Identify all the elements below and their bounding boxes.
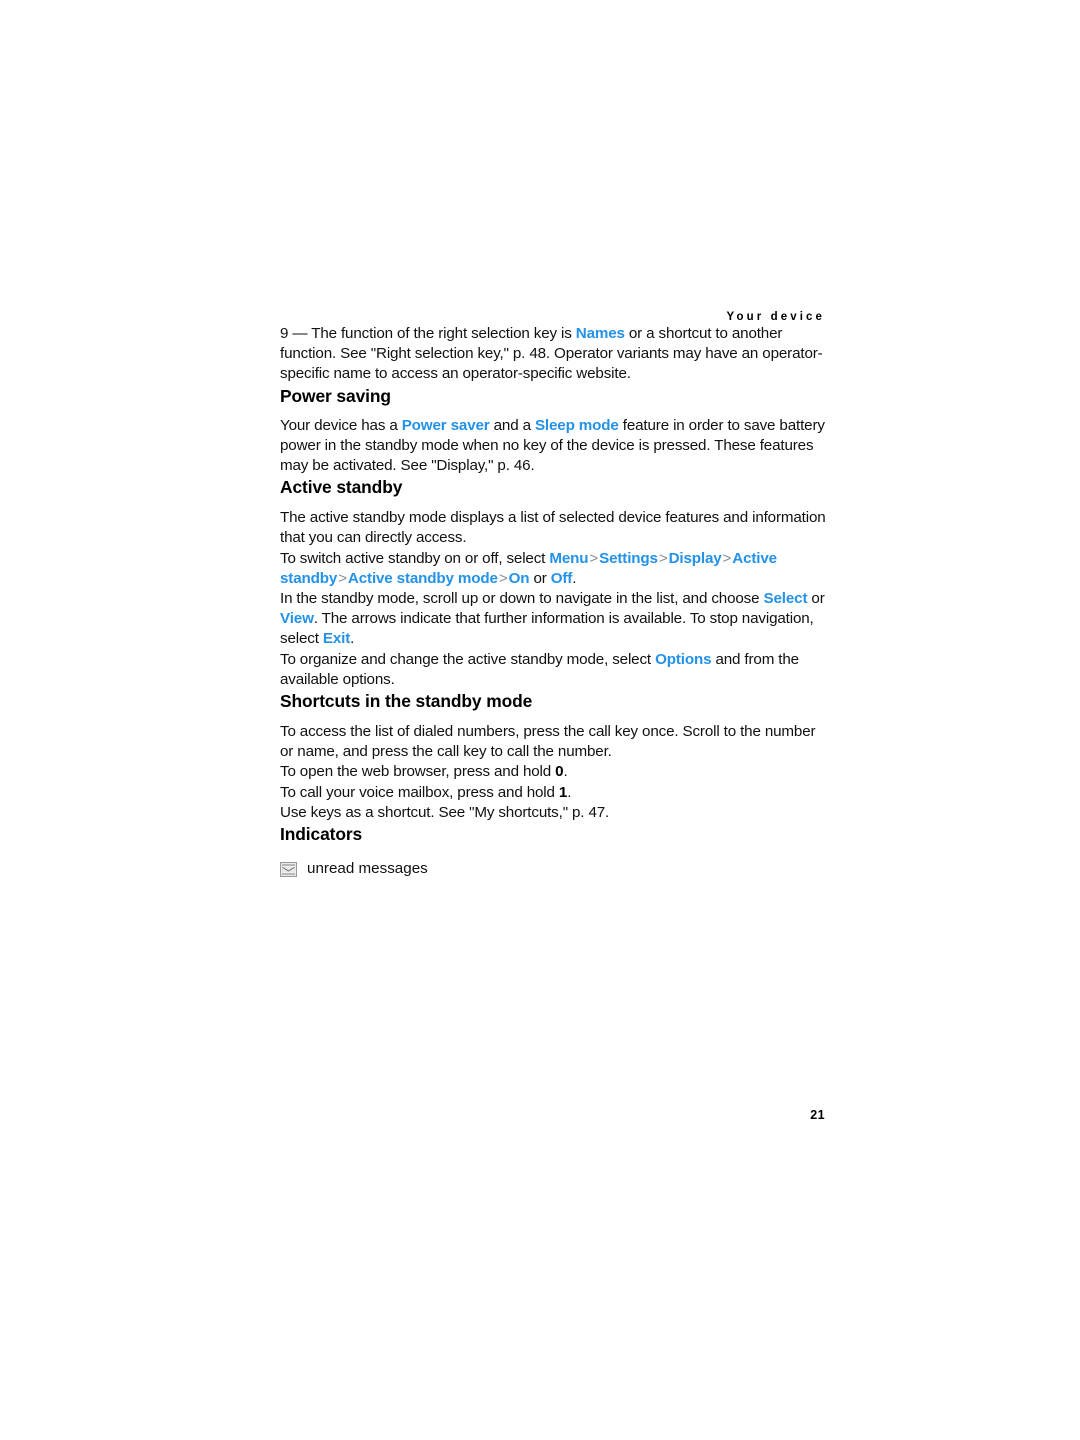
as3-text-c: . The arrows indicate that further infor… — [280, 610, 814, 648]
paragraph-active-standby-4: To organize and change the active standb… — [280, 650, 826, 690]
paragraph-shortcuts-4: Use keys as a shortcut. See "My shortcut… — [280, 803, 610, 821]
paragraph-shortcuts-2: To open the web browser, press and hold … — [280, 762, 826, 782]
paragraph-active-standby-2: To switch active standby on or off, sele… — [280, 549, 826, 589]
ps-text-b: and a — [489, 416, 535, 434]
as2-or: or — [529, 569, 551, 587]
page-content: Your device 9 — The function of the righ… — [280, 310, 826, 879]
path-separator: > — [338, 569, 347, 587]
heading-active-standby: Active standby — [280, 477, 403, 498]
link-settings: Settings — [599, 549, 658, 567]
path-separator: > — [498, 569, 508, 587]
heading-indicators: Indicators — [280, 824, 363, 845]
paragraph-power-saving: Your device has a Power saver and a Slee… — [280, 416, 826, 477]
as2-period: . — [572, 569, 577, 587]
sc3-text-a: To call your voice mailbox, press and ho… — [280, 783, 559, 801]
link-on: On — [508, 569, 530, 587]
heading-shortcuts: Shortcuts in the standby mode — [280, 691, 533, 712]
document-page: Your device 9 — The function of the righ… — [0, 0, 1080, 1440]
paragraph-shortcuts-1: To access the list of dialed numbers, pr… — [280, 723, 816, 761]
link-exit: Exit — [322, 630, 351, 648]
as3-text-b: or — [807, 590, 825, 608]
paragraph-active-standby-1: The active standby mode displays a list … — [280, 509, 826, 547]
heading-power-saving: Power saving — [280, 385, 391, 406]
link-sleep-mode: Sleep mode — [534, 416, 619, 434]
running-header: Your device — [726, 311, 825, 323]
sc2-text-b: . — [563, 763, 568, 781]
as4-text-a: To organize and change the active standb… — [280, 650, 656, 668]
ps-text-a: Your device has a — [280, 416, 402, 434]
key-one: 1 — [558, 783, 568, 801]
link-power-saver: Power saver — [401, 416, 490, 434]
path-separator: > — [589, 549, 599, 567]
indicator-label: unread messages — [307, 860, 428, 878]
link-options: Options — [655, 650, 712, 668]
paragraph-intro: 9 — The function of the right selection … — [280, 324, 826, 385]
as3-text-a: In the standby mode, scroll up or down t… — [280, 590, 764, 608]
as2-text-a: To switch active standby on or off, sele… — [280, 549, 550, 567]
link-active-standby-mode: Active standby mode — [347, 569, 498, 587]
sc3-text-b: . — [567, 783, 572, 801]
indicator-item-unread-messages: unread messages — [280, 859, 826, 879]
as3-text-d: . — [350, 630, 355, 648]
link-view: View — [280, 610, 314, 628]
link-off: Off — [550, 569, 573, 587]
link-names: Names — [575, 325, 625, 342]
link-display: Display — [668, 549, 722, 567]
intro-prefix: 9 — The function of the right selection … — [280, 325, 576, 342]
link-select: Select — [763, 590, 808, 608]
paragraph-active-standby-3: In the standby mode, scroll up or down t… — [280, 589, 826, 650]
path-separator: > — [722, 549, 732, 567]
link-menu: Menu — [549, 549, 589, 567]
page-number: 21 — [810, 1108, 825, 1122]
sc2-text-a: To open the web browser, press and hold — [280, 763, 556, 781]
path-separator: > — [658, 549, 668, 567]
paragraph-shortcuts-3: To call your voice mailbox, press and ho… — [280, 783, 826, 803]
unread-message-icon — [280, 861, 297, 877]
